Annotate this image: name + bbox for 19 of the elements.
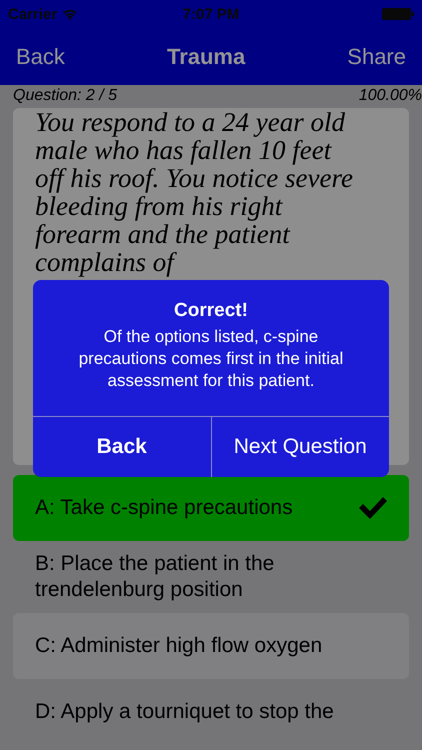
answer-option[interactable]: C: Administer high flow oxygen xyxy=(13,613,409,679)
alert-message: Of the options listed, c-spine precautions comes first in the initial assessment for this patient. xyxy=(78,326,344,392)
question-counter: Question: 2 / 5 xyxy=(13,87,118,106)
question-text: You respond to a 24 year old male who has fallen 10 feet off his roof. You notice severe bleeding from his right forearm and the patient complains of xyxy=(35,108,354,276)
score-percent: 100.00% xyxy=(358,87,422,106)
carrier-name: Carrier xyxy=(8,6,58,22)
screen-title: Trauma xyxy=(166,44,246,70)
wifi-icon xyxy=(62,8,78,20)
share-button[interactable]: Share xyxy=(347,44,406,70)
answer-option[interactable]: D: Apply a tourniquet to stop the xyxy=(13,679,409,745)
answer-option[interactable]: B: Place the patient in the trendelenburg position xyxy=(13,541,409,613)
battery-icon xyxy=(382,8,414,20)
status-time: 7:07 PM xyxy=(182,6,240,22)
answer-option[interactable]: A: Take c-spine precautions xyxy=(13,475,409,541)
alert-title: Correct! xyxy=(174,300,248,322)
back-button[interactable]: Back xyxy=(16,44,65,70)
alert-button[interactable]: Next Question xyxy=(210,417,389,477)
alert-button[interactable]: Back xyxy=(33,417,210,477)
checkmark-icon xyxy=(357,495,389,521)
